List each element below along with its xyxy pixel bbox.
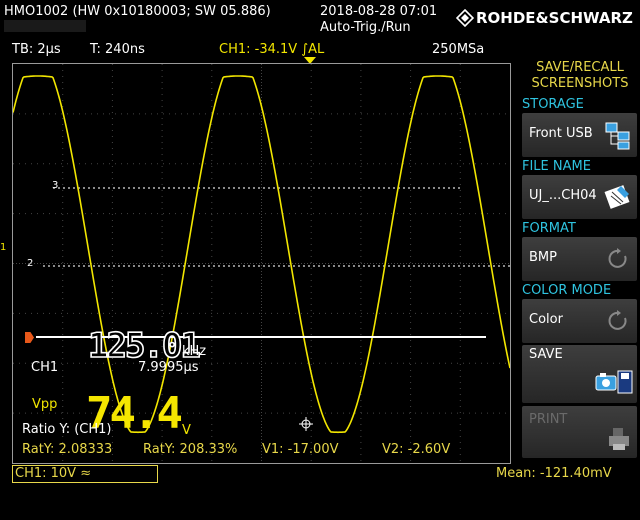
cursor-v1: V1: -17.00V xyxy=(262,442,339,457)
filename-button[interactable]: UJ_...CH04 xyxy=(522,175,637,219)
ch1-source-label: CH1 xyxy=(31,360,59,375)
ch1-trace xyxy=(13,75,510,434)
ch1-scale: CH1: 10V ≈ xyxy=(15,466,92,481)
period-readout: 7.9995µs xyxy=(138,360,199,375)
ratio-y-value: RatY: 2.08333 xyxy=(22,442,113,457)
usb-folder-icon xyxy=(605,122,630,150)
ref-marker-3-label: 3 xyxy=(52,180,59,191)
print-button[interactable]: PRINT xyxy=(522,406,637,458)
save-button[interactable]: SAVE xyxy=(522,345,637,403)
ch1-marker-label: 1 xyxy=(0,242,7,253)
cursor-crosshair-icon[interactable] xyxy=(299,417,313,431)
ref-marker-3: 3 xyxy=(52,180,58,191)
mean-readout: Mean: -121.40mV xyxy=(496,466,612,481)
trigger-mode: Auto-Trig./Run xyxy=(320,20,411,35)
format-button[interactable]: BMP xyxy=(522,237,637,281)
datetime: 2018-08-28 07:01 xyxy=(320,4,438,19)
trigger-setting[interactable]: CH1: -34.1V ∫AL xyxy=(219,42,324,58)
camera-save-icon xyxy=(595,370,633,394)
format-caption: FORMAT xyxy=(522,221,576,236)
ratio-label: Ratio Y: (CH1) xyxy=(22,422,112,437)
format-value: BMP xyxy=(529,250,557,265)
vpp-unit: V xyxy=(182,423,191,438)
edit-filename-icon xyxy=(604,185,630,209)
storage-caption: STORAGE xyxy=(522,97,584,112)
colormode-button[interactable]: Color xyxy=(522,299,637,343)
rs-diamond-icon xyxy=(456,9,474,27)
ratio-y-percent: RatY: 208.33% xyxy=(143,442,238,457)
ch1-scale-box[interactable]: CH1: 10V ≈ xyxy=(12,465,158,483)
menu-title-line2: SCREENSHOTS xyxy=(531,76,629,91)
rotary-knob-icon xyxy=(608,248,627,268)
colormode-caption: COLOR MODE xyxy=(522,283,612,298)
storage-value: Front USB xyxy=(529,126,593,141)
filename-value: UJ_...CH04 xyxy=(529,188,597,203)
menu-title-line1: SAVE/RECALL xyxy=(536,60,624,75)
timebase[interactable]: TB: 2µs xyxy=(12,42,61,58)
filename-caption: FILE NAME xyxy=(522,159,591,174)
redacted-bar xyxy=(4,20,86,32)
ref-marker-2: 2 xyxy=(27,258,33,269)
frequency-unit: kHz xyxy=(182,344,207,359)
storage-button[interactable]: Front USB xyxy=(522,113,637,157)
trigger-time[interactable]: T: 240ns xyxy=(90,42,145,58)
brand-name: ROHDE&SCHWARZ xyxy=(476,9,633,27)
ref-marker-2-label: 2 xyxy=(27,258,34,269)
menu-title: SAVE/RECALL SCREENSHOTS xyxy=(520,60,640,92)
ch1-offset-marker: 1 xyxy=(0,242,6,253)
print-label: PRINT xyxy=(529,412,568,427)
colormode-value: Color xyxy=(529,312,563,327)
cursor-v2: V2: -2.60V xyxy=(382,442,451,457)
save-label: SAVE xyxy=(529,347,563,362)
sample-rate: 250MSa xyxy=(432,42,485,57)
vpp-label: Vpp xyxy=(32,397,58,412)
rotary-knob-icon xyxy=(608,310,627,330)
printer-icon xyxy=(609,428,629,450)
model-info: HMO1002 (HW 0x10180003; SW 05.886) xyxy=(4,4,271,19)
